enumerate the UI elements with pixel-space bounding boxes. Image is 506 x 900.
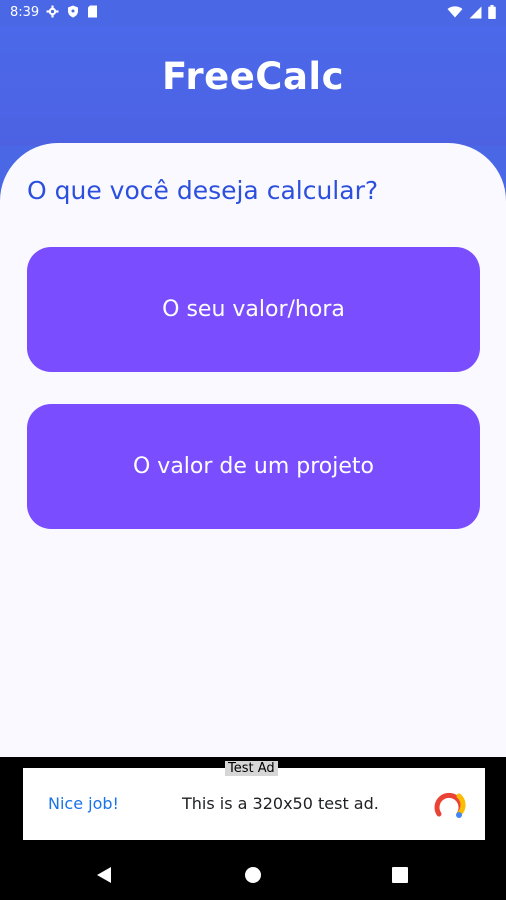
ad-body-text: This is a 320x50 test ad. <box>182 794 379 813</box>
battery-icon <box>488 5 496 19</box>
gear-icon <box>46 5 59 18</box>
sim-card-icon <box>88 5 97 18</box>
content-card: O que você deseja calcular? O seu valor/… <box>0 143 506 757</box>
status-right-icons <box>447 5 496 19</box>
ad-label: Test Ad <box>225 761 278 776</box>
hourly-rate-button-label: O seu valor/hora <box>162 297 345 322</box>
shield-icon <box>68 5 78 18</box>
ad-area: Test Ad Nice job! This is a 320x50 test … <box>0 757 506 842</box>
signal-icon <box>469 6 482 18</box>
project-value-button-label: O valor de um projeto <box>132 454 374 479</box>
app-title: FreeCalc <box>161 55 345 98</box>
ad-banner[interactable]: Nice job! This is a 320x50 test ad. <box>23 768 485 840</box>
hourly-rate-button[interactable]: O seu valor/hora <box>27 247 480 372</box>
recents-icon[interactable] <box>392 867 408 883</box>
ad-cta-text[interactable]: Nice job! <box>48 794 119 813</box>
status-time: 8:39 <box>10 5 40 20</box>
status-left-icons <box>46 5 98 18</box>
question-heading: O que você deseja calcular? <box>27 176 379 205</box>
status-bar: 8:39 <box>0 0 506 26</box>
wifi-icon <box>447 6 463 18</box>
navigation-bar <box>0 842 506 900</box>
home-icon[interactable] <box>244 866 262 884</box>
app-header: FreeCalc <box>0 26 506 146</box>
project-value-button[interactable]: O valor de um projeto <box>27 404 480 529</box>
admob-logo-icon <box>434 792 466 818</box>
back-icon[interactable] <box>96 866 112 884</box>
